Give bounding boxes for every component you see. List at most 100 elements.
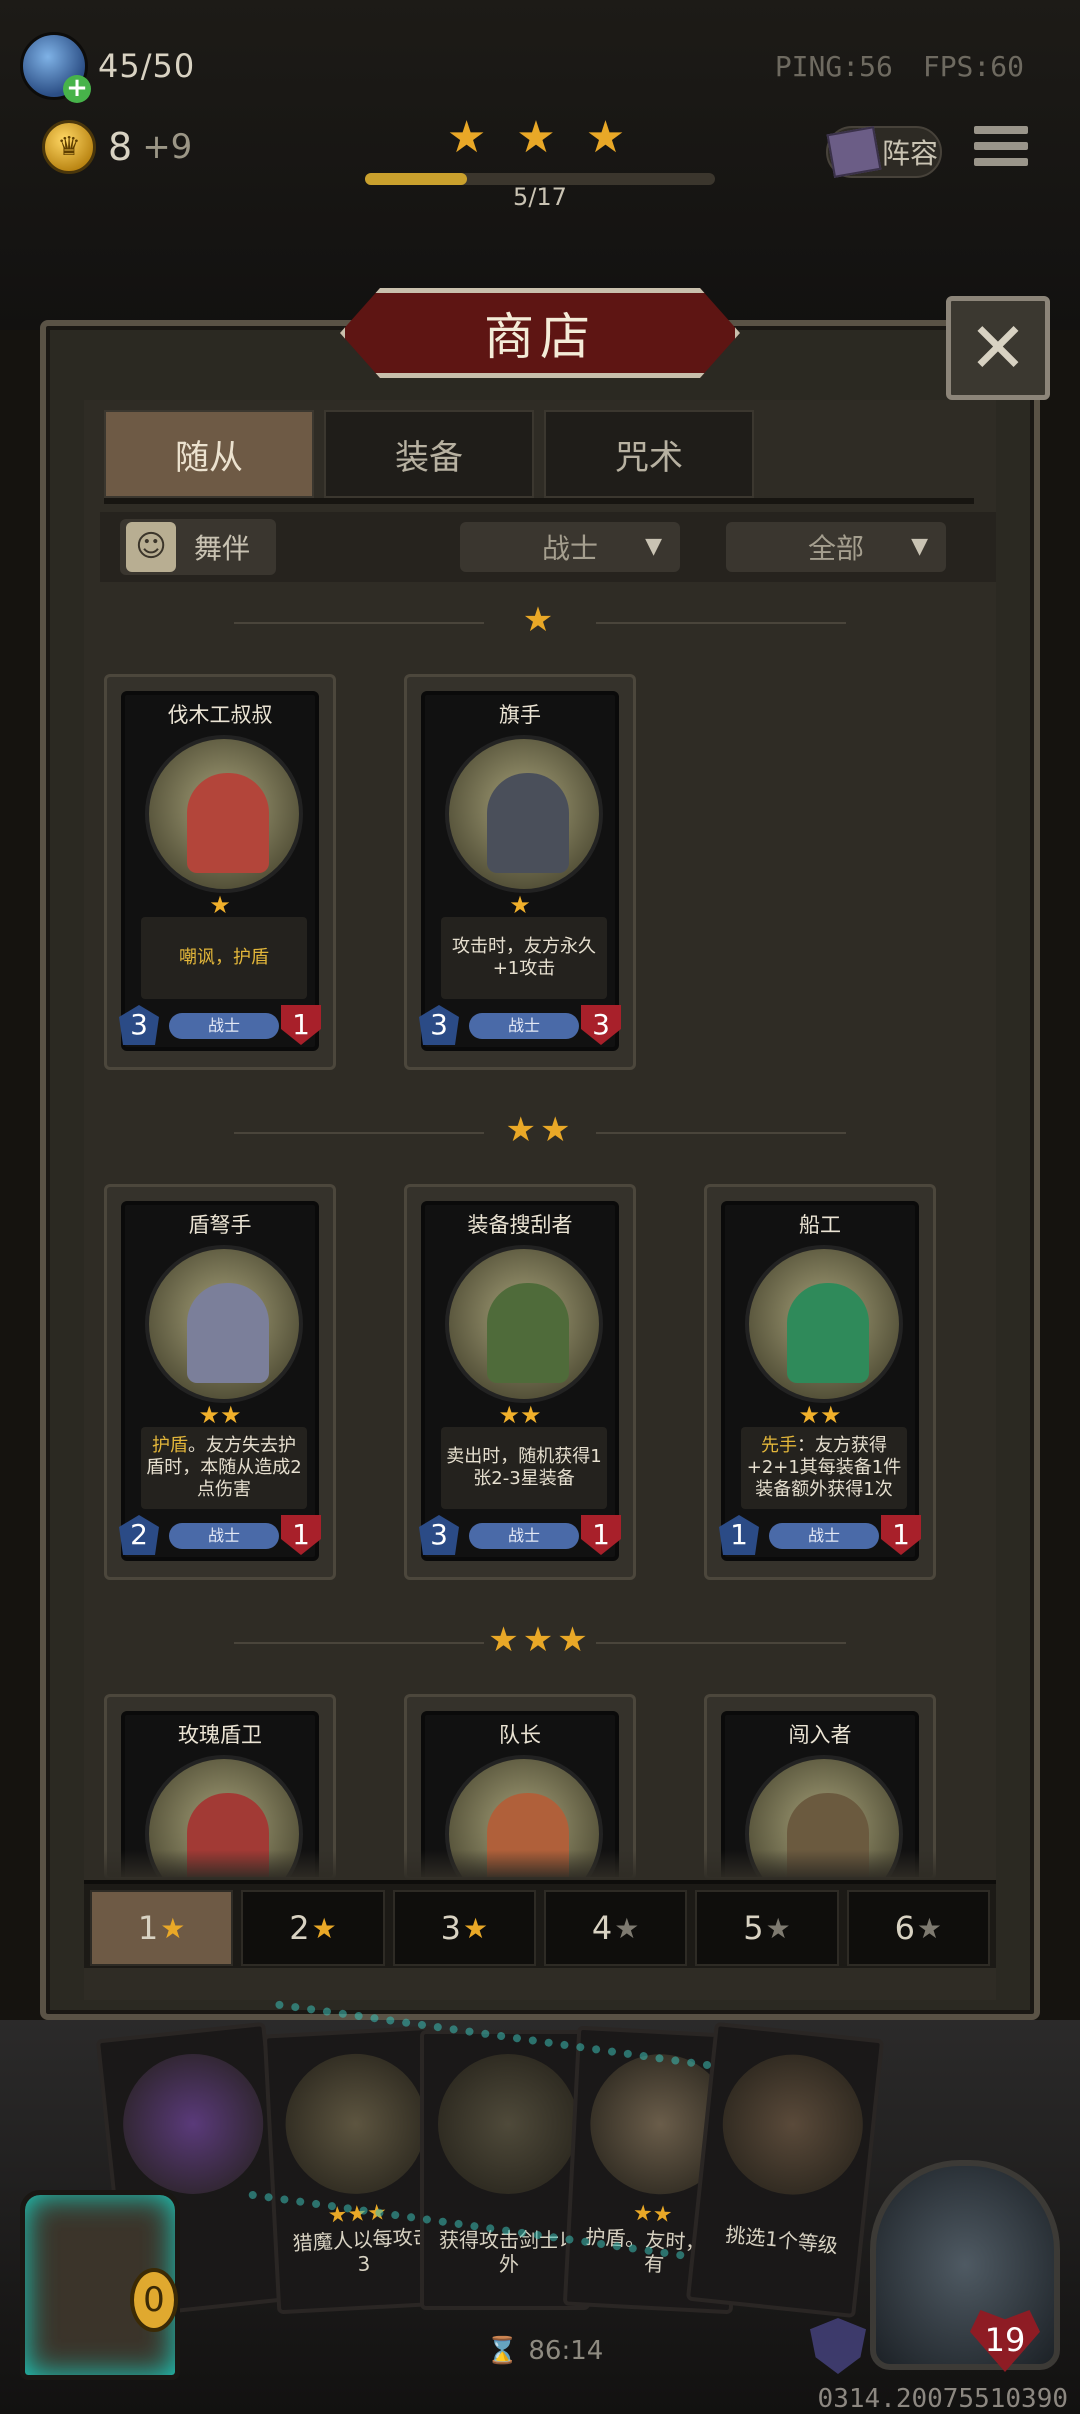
hand-card[interactable]: 挑选1个等级 <box>685 2021 885 2319</box>
network-stats: PING:56 FPS:60 <box>775 50 1024 83</box>
health-stat: 1 <box>881 1515 921 1555</box>
gold-display: ♛ 8 +9 <box>42 120 192 174</box>
card-name: 闯入者 <box>788 1723 852 1747</box>
tier-tab-3[interactable]: 3 ★ <box>392 1890 536 1966</box>
tier-tab-1[interactable]: 1 ★ <box>90 1890 234 1966</box>
tier-tab-4[interactable]: 4 ★ <box>543 1890 688 1966</box>
card-description: 护盾。友方失去护盾时，本随从造成2点伤害 <box>141 1427 307 1509</box>
session-id: 0314.20075510390 <box>817 2384 1068 2414</box>
card-stars: ★★ <box>198 1401 242 1429</box>
dance-partner-filter[interactable]: ☺ 舞伴 <box>120 519 277 575</box>
health-stat: 1 <box>281 1515 321 1555</box>
card-name: 船工 <box>799 1213 841 1237</box>
card-stars: ★★ <box>498 1401 542 1429</box>
scope-dropdown[interactable]: 全部 ▼ <box>726 522 946 572</box>
menu-button[interactable] <box>974 126 1028 174</box>
card-body: 装备搜刮者 ★★ 卖出时，随机获得1张2-3星装备 3 战士 1 <box>419 1201 621 1561</box>
card-body: 盾弩手 ★★ 护盾。友方失去护盾时，本随从造成2点伤害 2 战士 1 <box>119 1201 321 1561</box>
mask-icon: ☺ <box>126 522 176 572</box>
card-name: 旗手 <box>499 703 541 727</box>
attack-stat: 2 <box>119 1515 159 1555</box>
character-art <box>187 1283 269 1383</box>
minion-card[interactable]: 旗手 ★ 攻击时，友方永久+1攻击 3 战士 3 <box>404 674 636 1070</box>
tier-tab-label: 6 <box>894 1909 915 1947</box>
gold-value: 8 <box>108 125 133 169</box>
player-avatar-icon[interactable] <box>20 32 91 103</box>
divider-line <box>234 1132 484 1134</box>
star-icon: ★ <box>462 1911 489 1945</box>
tab-minions[interactable]: 随从 <box>104 410 314 498</box>
hourglass-icon: ⌛ <box>486 2336 519 2366</box>
stage-progress-text: 5/17 <box>513 183 567 211</box>
tribe-badge: 战士 <box>169 1013 279 1039</box>
shop-title-banner: 商店 <box>340 288 740 378</box>
book-icon <box>826 126 882 178</box>
card-name: 队长 <box>499 1723 541 1747</box>
tier-tab-label: 5 <box>743 1909 764 1947</box>
divider-line <box>596 1642 846 1644</box>
attack-stat: 3 <box>119 1005 159 1045</box>
close-icon: ✕ <box>968 307 1028 389</box>
minion-card[interactable]: 装备搜刮者 ★★ 卖出时，随机获得1张2-3星装备 3 战士 1 <box>404 1184 636 1580</box>
chest-count: 0 <box>130 2268 178 2332</box>
menu-line <box>974 158 1028 166</box>
card-portrait <box>445 1245 603 1403</box>
ping-text: PING:56 <box>774 50 893 83</box>
tier-tab-label: 4 <box>591 1909 613 1947</box>
tier-3-divider: ★★★ <box>84 1620 996 1660</box>
character-art <box>487 773 569 873</box>
health-stat: 1 <box>281 1005 321 1045</box>
hand-card-text: 猎魔人以每攻击3 <box>292 2224 434 2276</box>
close-button[interactable]: ✕ <box>946 296 1050 400</box>
attack-stat: 3 <box>419 1515 459 1555</box>
round-timer: ⌛ 86:14 <box>486 2336 603 2366</box>
keyword-text: 嘲讽，护盾 <box>179 947 269 968</box>
hand-card-stars <box>701 2193 862 2210</box>
star-icon: ★ <box>311 1911 337 1945</box>
character-art <box>187 773 269 873</box>
card-description: 嘲讽，护盾 <box>141 917 307 999</box>
minion-card[interactable]: 盾弩手 ★★ 护盾。友方失去护盾时，本随从造成2点伤害 2 战士 1 <box>104 1184 336 1580</box>
card-stars: ★ <box>209 891 231 919</box>
minion-card[interactable]: 船工 ★★ 先手：友方获得+2+1其每装备1件装备额外获得1次 1 战士 1 <box>704 1184 936 1580</box>
shop-title: 商店 <box>484 308 596 366</box>
tier-tab-2[interactable]: 2 ★ <box>241 1890 385 1966</box>
roster-button[interactable]: 阵容 <box>826 126 942 178</box>
health-display: 45/50 <box>20 30 220 103</box>
chevron-down-icon: ▼ <box>645 534 662 559</box>
tab-equipment[interactable]: 装备 <box>324 410 534 498</box>
minion-card[interactable]: 伐木工叔叔 ★ 嘲讽，护盾 3 战士 1 <box>104 674 336 1070</box>
tier-tab-6[interactable]: 6 ★ <box>846 1890 990 1966</box>
card-portrait <box>145 735 303 893</box>
star-icon: ★ <box>916 1911 943 1945</box>
stage-progress: ★ ★ ★ 5/17 <box>310 112 770 222</box>
tier-tab-5[interactable]: 5 ★ <box>695 1890 839 1966</box>
character-art <box>787 1283 869 1383</box>
tab-spells[interactable]: 咒术 <box>544 410 754 498</box>
timer-text: 86:14 <box>528 2336 604 2366</box>
class-dropdown-value: 战士 <box>541 532 598 565</box>
tribe-badge: 战士 <box>469 1013 579 1039</box>
tribe-badge: 战士 <box>169 1523 279 1549</box>
tier-1-divider: ★ <box>84 600 996 640</box>
attack-stat: 1 <box>719 1515 759 1555</box>
star-icon: ★ <box>614 1911 640 1945</box>
filter-bar: ☺ 舞伴 战士 ▼ 全部 ▼ <box>100 512 996 582</box>
card-description: 卖出时，随机获得1张2-3星装备 <box>441 1427 607 1509</box>
divider-line <box>234 622 484 624</box>
chevron-down-icon: ▼ <box>911 534 928 559</box>
card-portrait <box>145 1245 303 1403</box>
card-portrait <box>445 735 603 893</box>
card-body: 船工 ★★ 先手：友方获得+2+1其每装备1件装备额外获得1次 1 战士 1 <box>719 1201 921 1561</box>
scroll-fade <box>84 1850 996 1880</box>
card-description: 攻击时，友方永久+1攻击 <box>441 917 607 999</box>
tribe-badge: 战士 <box>469 1523 579 1549</box>
card-body: 伐木工叔叔 ★ 嘲讽，护盾 3 战士 1 <box>119 691 321 1051</box>
roster-label: 阵容 <box>882 137 939 170</box>
class-dropdown[interactable]: 战士 ▼ <box>460 522 680 572</box>
gold-income: +9 <box>142 127 193 167</box>
fps-text: FPS:60 <box>922 50 1024 83</box>
hand-card-art <box>116 2047 271 2201</box>
health-stat: 3 <box>581 1005 621 1045</box>
divider-line <box>234 1642 484 1644</box>
